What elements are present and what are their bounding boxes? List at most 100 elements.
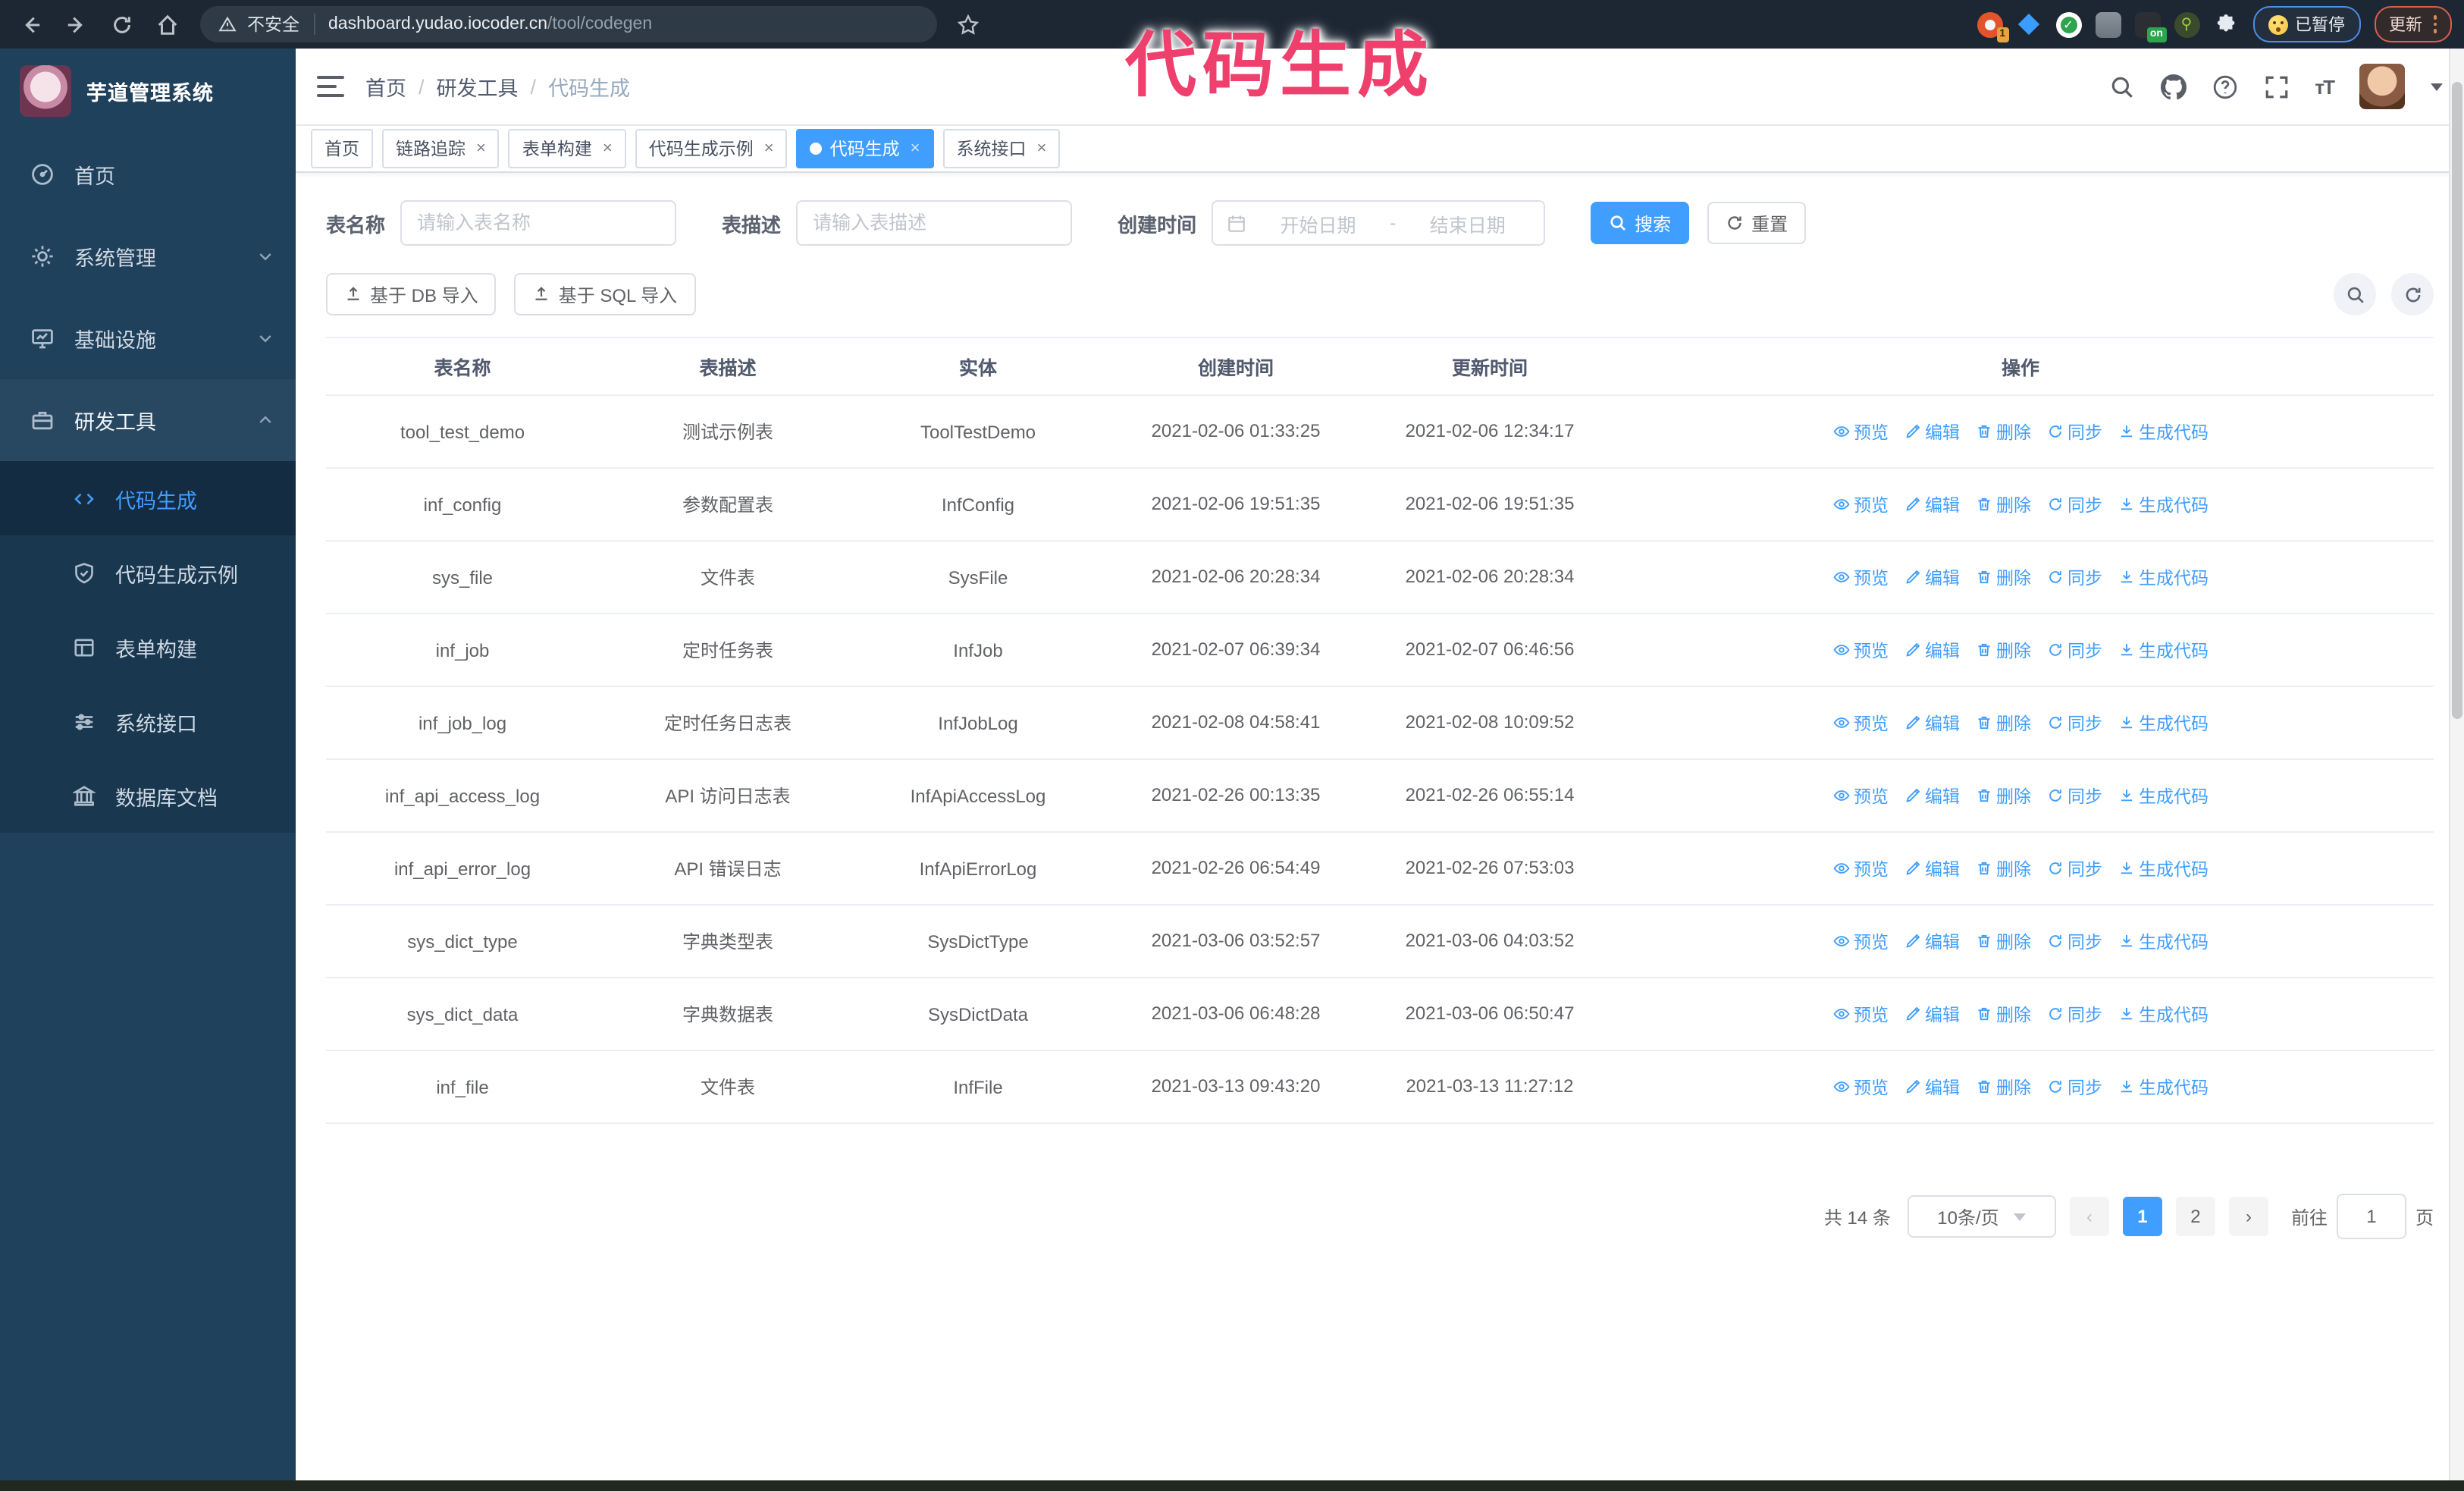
prev-page-button[interactable]: ‹ (2069, 1197, 2109, 1236)
sidebar-subitem-4[interactable]: 数据库文档 (0, 758, 296, 833)
browser-reload-icon[interactable] (103, 6, 140, 42)
generate-code-link[interactable]: 生成代码 (2118, 565, 2209, 589)
edit-link[interactable]: 编辑 (1904, 711, 1960, 735)
browser-forward-icon[interactable] (58, 6, 94, 42)
hamburger-icon[interactable] (317, 76, 344, 97)
edit-link[interactable]: 编辑 (1904, 565, 1960, 589)
bookmark-star-icon[interactable] (949, 6, 986, 42)
delete-link[interactable]: 删除 (1975, 419, 2031, 444)
delete-link[interactable]: 删除 (1975, 638, 2031, 662)
sync-link[interactable]: 同步 (2046, 783, 2102, 808)
delete-link[interactable]: 删除 (1975, 929, 2031, 953)
end-date-placeholder[interactable]: 结束日期 (1405, 209, 1530, 237)
extension-grid-icon[interactable] (2095, 11, 2121, 37)
table-row[interactable]: inf_api_error_log API 错误日志 InfApiErrorLog 2… (326, 832, 2434, 906)
generate-code-link[interactable]: 生成代码 (2118, 711, 2209, 735)
table-row[interactable]: inf_file 文件表 InfFile 2021-03-13 09:43:20 202… (326, 1050, 2434, 1124)
github-icon[interactable] (2160, 74, 2187, 99)
sidebar-item-1[interactable]: 系统管理 (0, 215, 296, 297)
extensions-puzzle-icon[interactable] (2213, 11, 2239, 37)
sidebar-subitem-0[interactable]: 代码生成 (0, 461, 296, 535)
preview-link[interactable]: 预览 (1832, 856, 1889, 880)
sync-link[interactable]: 同步 (2046, 929, 2102, 953)
start-date-placeholder[interactable]: 开始日期 (1256, 209, 1381, 237)
table-row[interactable]: tool_test_demo 测试示例表 ToolTestDemo 2021-02-0… (326, 395, 2434, 469)
browser-back-icon[interactable] (12, 6, 49, 42)
sync-link[interactable]: 同步 (2046, 638, 2102, 662)
generate-code-link[interactable]: 生成代码 (2118, 638, 2209, 662)
sidebar-item-0[interactable]: 首页 (0, 133, 296, 215)
extension-diamond-icon[interactable] (2016, 11, 2042, 37)
import-sql-button[interactable]: 基于 SQL 导入 (514, 273, 696, 315)
close-icon[interactable]: × (476, 140, 486, 158)
page-button-1[interactable]: 1 (2122, 1197, 2162, 1236)
sync-link[interactable]: 同步 (2046, 711, 2102, 735)
address-bar[interactable]: 不安全 dashboard.yudao.iocoder.cn/tool/code… (200, 6, 937, 42)
update-button[interactable]: 更新 (2374, 6, 2452, 42)
preview-link[interactable]: 预览 (1832, 711, 1889, 735)
tab-0[interactable]: 首页 (311, 129, 373, 168)
edit-link[interactable]: 编辑 (1904, 856, 1960, 880)
preview-link[interactable]: 预览 (1832, 419, 1889, 444)
edit-link[interactable]: 编辑 (1904, 1002, 1960, 1026)
sync-link[interactable]: 同步 (2046, 492, 2102, 516)
close-icon[interactable]: × (1037, 140, 1047, 158)
breadcrumb-home[interactable]: 首页 (365, 71, 406, 102)
page-button-2[interactable]: 2 (2175, 1197, 2215, 1236)
date-range-picker[interactable]: 开始日期 - 结束日期 (1212, 200, 1546, 246)
menu-dots-icon[interactable] (2433, 15, 2437, 33)
toggle-search-button[interactable] (2334, 273, 2376, 315)
extension-check-icon[interactable]: ✓ (2055, 11, 2081, 37)
delete-link[interactable]: 删除 (1975, 856, 2031, 880)
preview-link[interactable]: 预览 (1832, 492, 1889, 516)
preview-link[interactable]: 预览 (1832, 565, 1889, 589)
delete-link[interactable]: 删除 (1975, 492, 2031, 516)
delete-link[interactable]: 删除 (1975, 783, 2031, 808)
sidebar-subitem-3[interactable]: 系统接口 (0, 684, 296, 758)
sync-link[interactable]: 同步 (2046, 419, 2102, 444)
generate-code-link[interactable]: 生成代码 (2118, 856, 2209, 880)
tab-4[interactable]: 代码生成 × (796, 129, 934, 168)
user-avatar[interactable] (2359, 64, 2405, 109)
delete-link[interactable]: 删除 (1975, 565, 2031, 589)
scrollbar-thumb[interactable] (2452, 82, 2462, 719)
tab-2[interactable]: 表单构建 × (508, 129, 626, 168)
delete-link[interactable]: 删除 (1975, 1075, 2031, 1099)
close-icon[interactable]: × (911, 140, 920, 158)
generate-code-link[interactable]: 生成代码 (2118, 492, 2209, 516)
fullscreen-icon[interactable] (2263, 74, 2289, 99)
table-row[interactable]: inf_api_access_log API 访问日志表 InfApiAccessL… (326, 759, 2434, 833)
edit-link[interactable]: 编辑 (1904, 1075, 1960, 1099)
page-scrollbar[interactable] (2449, 49, 2464, 1480)
paused-badge[interactable]: 已暂停 (2252, 6, 2360, 42)
edit-link[interactable]: 编辑 (1904, 783, 1960, 808)
help-icon[interactable] (2212, 74, 2237, 99)
sidebar-item-3[interactable]: 研发工具 (0, 379, 296, 461)
sidebar-subitem-1[interactable]: 代码生成示例 (0, 535, 296, 610)
refresh-table-button[interactable] (2391, 273, 2434, 315)
import-db-button[interactable]: 基于 DB 导入 (326, 273, 497, 315)
tab-1[interactable]: 链路追踪 × (382, 129, 500, 168)
generate-code-link[interactable]: 生成代码 (2118, 1002, 2209, 1026)
table-row[interactable]: sys_dict_type 字典类型表 SysDictType 2021-03-06 … (326, 905, 2434, 978)
generate-code-link[interactable]: 生成代码 (2118, 1075, 2209, 1099)
avatar-caret-icon[interactable] (2431, 83, 2443, 96)
sidebar-item-2[interactable]: 基础设施 (0, 297, 296, 379)
preview-link[interactable]: 预览 (1832, 783, 1889, 808)
font-size-icon[interactable]: тT (2315, 75, 2335, 98)
sync-link[interactable]: 同步 (2046, 565, 2102, 589)
delete-link[interactable]: 删除 (1975, 1002, 2031, 1026)
edit-link[interactable]: 编辑 (1904, 638, 1960, 662)
preview-link[interactable]: 预览 (1832, 638, 1889, 662)
sync-link[interactable]: 同步 (2046, 856, 2102, 880)
extension-orange-icon[interactable]: 1 (1977, 11, 2008, 42)
preview-link[interactable]: 预览 (1832, 929, 1889, 953)
table-row[interactable]: inf_job_log 定时任务日志表 InfJobLog 2021-02-08 04… (326, 686, 2434, 760)
edit-link[interactable]: 编辑 (1904, 419, 1960, 444)
delete-link[interactable]: 删除 (1975, 711, 2031, 735)
close-icon[interactable]: × (764, 140, 774, 158)
sidebar-logo[interactable]: 芋道管理系统 (0, 49, 296, 133)
table-row[interactable]: inf_config 参数配置表 InfConfig 2021-02-06 19:51… (326, 468, 2434, 541)
extension-proxy-icon[interactable]: on (2134, 11, 2166, 42)
reset-button[interactable]: 重置 (1707, 202, 1807, 244)
